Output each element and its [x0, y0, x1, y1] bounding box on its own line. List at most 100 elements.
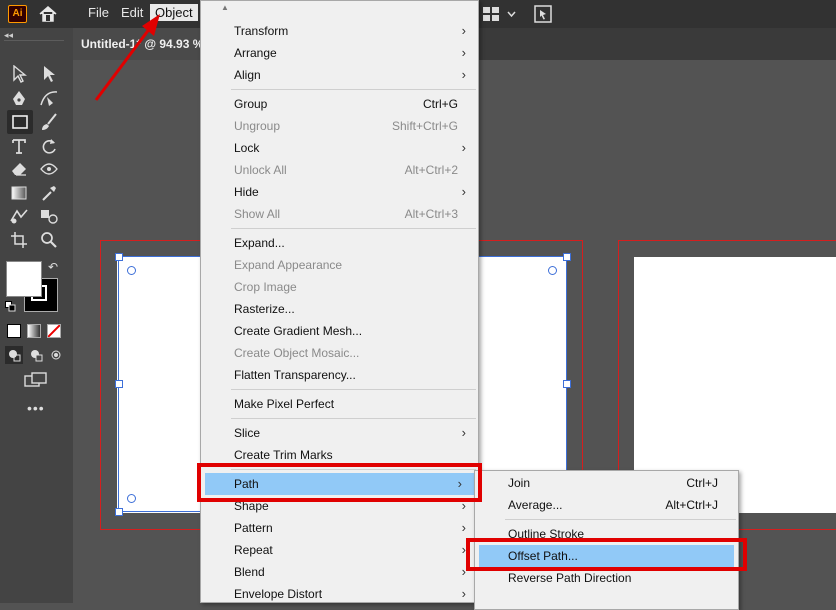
menu-item-create-object-mosaic: Create Object Mosaic... [201, 342, 478, 364]
menu-item-label: Make Pixel Perfect [234, 397, 335, 411]
menu-item-show-all: Show All Alt+Ctrl+3 [201, 203, 478, 225]
menu-item-ungroup: Ungroup Shift+Ctrl+G [201, 115, 478, 137]
menu-item-average[interactable]: Average... Alt+Ctrl+J [475, 494, 738, 516]
swap-fill-stroke-icon[interactable]: ↶ [48, 260, 58, 274]
menu-item-envelope-distort[interactable]: Envelope Distort › [201, 583, 478, 605]
menu-item-shortcut: Alt+Ctrl+3 [404, 207, 458, 221]
shape-builder-tool-icon[interactable] [8, 205, 30, 227]
draw-normal-icon[interactable] [5, 346, 23, 364]
artboard-tool-icon[interactable] [8, 229, 30, 251]
menu-separator [231, 418, 476, 419]
menu-separator [231, 89, 476, 90]
menu-item-label: Blend [234, 565, 265, 579]
pen-tool-icon[interactable] [8, 87, 30, 109]
menu-scroll-up-icon[interactable]: ▲ [221, 3, 229, 12]
corner-widget[interactable] [548, 266, 557, 275]
menu-item-shortcut: Alt+Ctrl+2 [404, 163, 458, 177]
menu-item-blend[interactable]: Blend › [201, 561, 478, 583]
menu-item-label: Group [234, 97, 268, 111]
menu-item-hide[interactable]: Hide › [201, 181, 478, 203]
selection-handle[interactable] [115, 380, 123, 388]
tools-panel: ◂◂ ↶ ••• [0, 28, 73, 603]
draw-inside-icon[interactable] [47, 346, 65, 364]
menu-item-transform[interactable]: Transform › [201, 20, 478, 42]
menu-item-label: Envelope Distort [234, 587, 323, 601]
toolbar-divider [4, 40, 64, 41]
menu-item-label: Join [508, 476, 531, 490]
menu-item-label: Create Gradient Mesh... [234, 324, 363, 338]
corner-widget[interactable] [127, 266, 136, 275]
chevron-right-icon: › [461, 45, 466, 60]
menu-item-rasterize[interactable]: Rasterize... [201, 298, 478, 320]
menu-item-label: Repeat [234, 543, 273, 557]
selection-handle[interactable] [563, 380, 571, 388]
draw-behind-icon[interactable] [27, 346, 45, 364]
menu-item-lock[interactable]: Lock › [201, 137, 478, 159]
eraser-tool-icon[interactable] [8, 158, 30, 180]
menu-item-join[interactable]: Join Ctrl+J [475, 472, 738, 494]
menu-item-align[interactable]: Align › [201, 64, 478, 86]
menu-item-make-pixel-perfect[interactable]: Make Pixel Perfect [201, 393, 478, 415]
selection-handle[interactable] [115, 253, 123, 261]
offset-path-callout [466, 538, 747, 571]
chevron-right-icon: › [461, 520, 466, 535]
object-menu-dropdown: ▲ Transform › Arrange › Align › Group Ctrl+G Ung… [200, 0, 479, 603]
menu-item-unlock-all: Unlock All Alt+Ctrl+2 [201, 159, 478, 181]
menu-item-expand[interactable]: Expand... [201, 232, 478, 254]
color-mode-icon[interactable] [7, 324, 21, 338]
gradient-tool-icon[interactable] [8, 182, 30, 204]
none-mode-icon[interactable] [47, 324, 61, 338]
type-tool-icon[interactable] [8, 135, 30, 157]
live-paint-tool-icon[interactable] [38, 205, 60, 227]
chevron-right-icon: › [461, 140, 466, 155]
selection-handle[interactable] [563, 253, 571, 261]
menu-item-arrange[interactable]: Arrange › [201, 42, 478, 64]
menu-item-label: Create Object Mosaic... [234, 346, 360, 360]
menu-item-label: Unlock All [234, 163, 287, 177]
home-icon[interactable] [38, 5, 58, 23]
menu-item-crop-image: Crop Image [201, 276, 478, 298]
direct-selection-tool-icon[interactable] [38, 63, 60, 85]
selection-tool-icon[interactable] [8, 63, 30, 85]
menu-item-shortcut: Shift+Ctrl+G [391, 119, 458, 133]
selection-handle[interactable] [115, 508, 123, 516]
menu-item-shortcut: Ctrl+J [686, 476, 718, 490]
menu-separator [505, 519, 736, 520]
default-colors-icon[interactable] [5, 301, 16, 312]
width-tool-icon[interactable] [38, 158, 60, 180]
path-callout [197, 463, 482, 502]
menu-item-label: Lock [234, 141, 260, 155]
menu-item-flatten-transparency[interactable]: Flatten Transparency... [201, 364, 478, 386]
menu-item-label: Flatten Transparency... [234, 368, 356, 382]
rectangle-tool-icon[interactable] [7, 110, 33, 134]
eyedropper-tool-icon[interactable] [38, 182, 60, 204]
menu-item-label: Crop Image [234, 280, 297, 294]
menu-item-shortcut: Alt+Ctrl+J [665, 498, 718, 512]
fill-color-swatch[interactable] [6, 261, 42, 297]
menu-item-label: Slice [234, 426, 261, 440]
menu-separator [231, 389, 476, 390]
chevron-right-icon: › [461, 425, 466, 440]
menu-item-group[interactable]: Group Ctrl+G [201, 93, 478, 115]
screen-mode-icon[interactable] [24, 372, 48, 388]
gradient-mode-icon[interactable] [27, 324, 41, 338]
app-logo: Ai [8, 5, 27, 23]
arrange-documents-icon[interactable] [534, 5, 552, 23]
workspace-layout-icon[interactable] [482, 6, 518, 22]
more-tools-icon[interactable]: ••• [27, 400, 45, 416]
annotation-arrow [94, 14, 160, 101]
curvature-tool-icon[interactable] [38, 87, 60, 109]
corner-widget[interactable] [127, 494, 136, 503]
menu-item-slice[interactable]: Slice › [201, 422, 478, 444]
menu-item-label: Ungroup [234, 119, 281, 133]
menu-item-label: Align [234, 68, 261, 82]
menu-item-shortcut: Ctrl+G [422, 97, 458, 111]
menu-item-label: Pattern [234, 521, 273, 535]
menu-item-create-gradient-mesh[interactable]: Create Gradient Mesh... [201, 320, 478, 342]
zoom-tool-icon[interactable] [38, 229, 60, 251]
menu-item-pattern[interactable]: Pattern › [201, 517, 478, 539]
menu-item-repeat[interactable]: Repeat › [201, 539, 478, 561]
paintbrush-tool-icon[interactable] [38, 111, 60, 133]
rotate-tool-icon[interactable] [38, 135, 60, 157]
menu-item-label: Show All [234, 207, 281, 221]
